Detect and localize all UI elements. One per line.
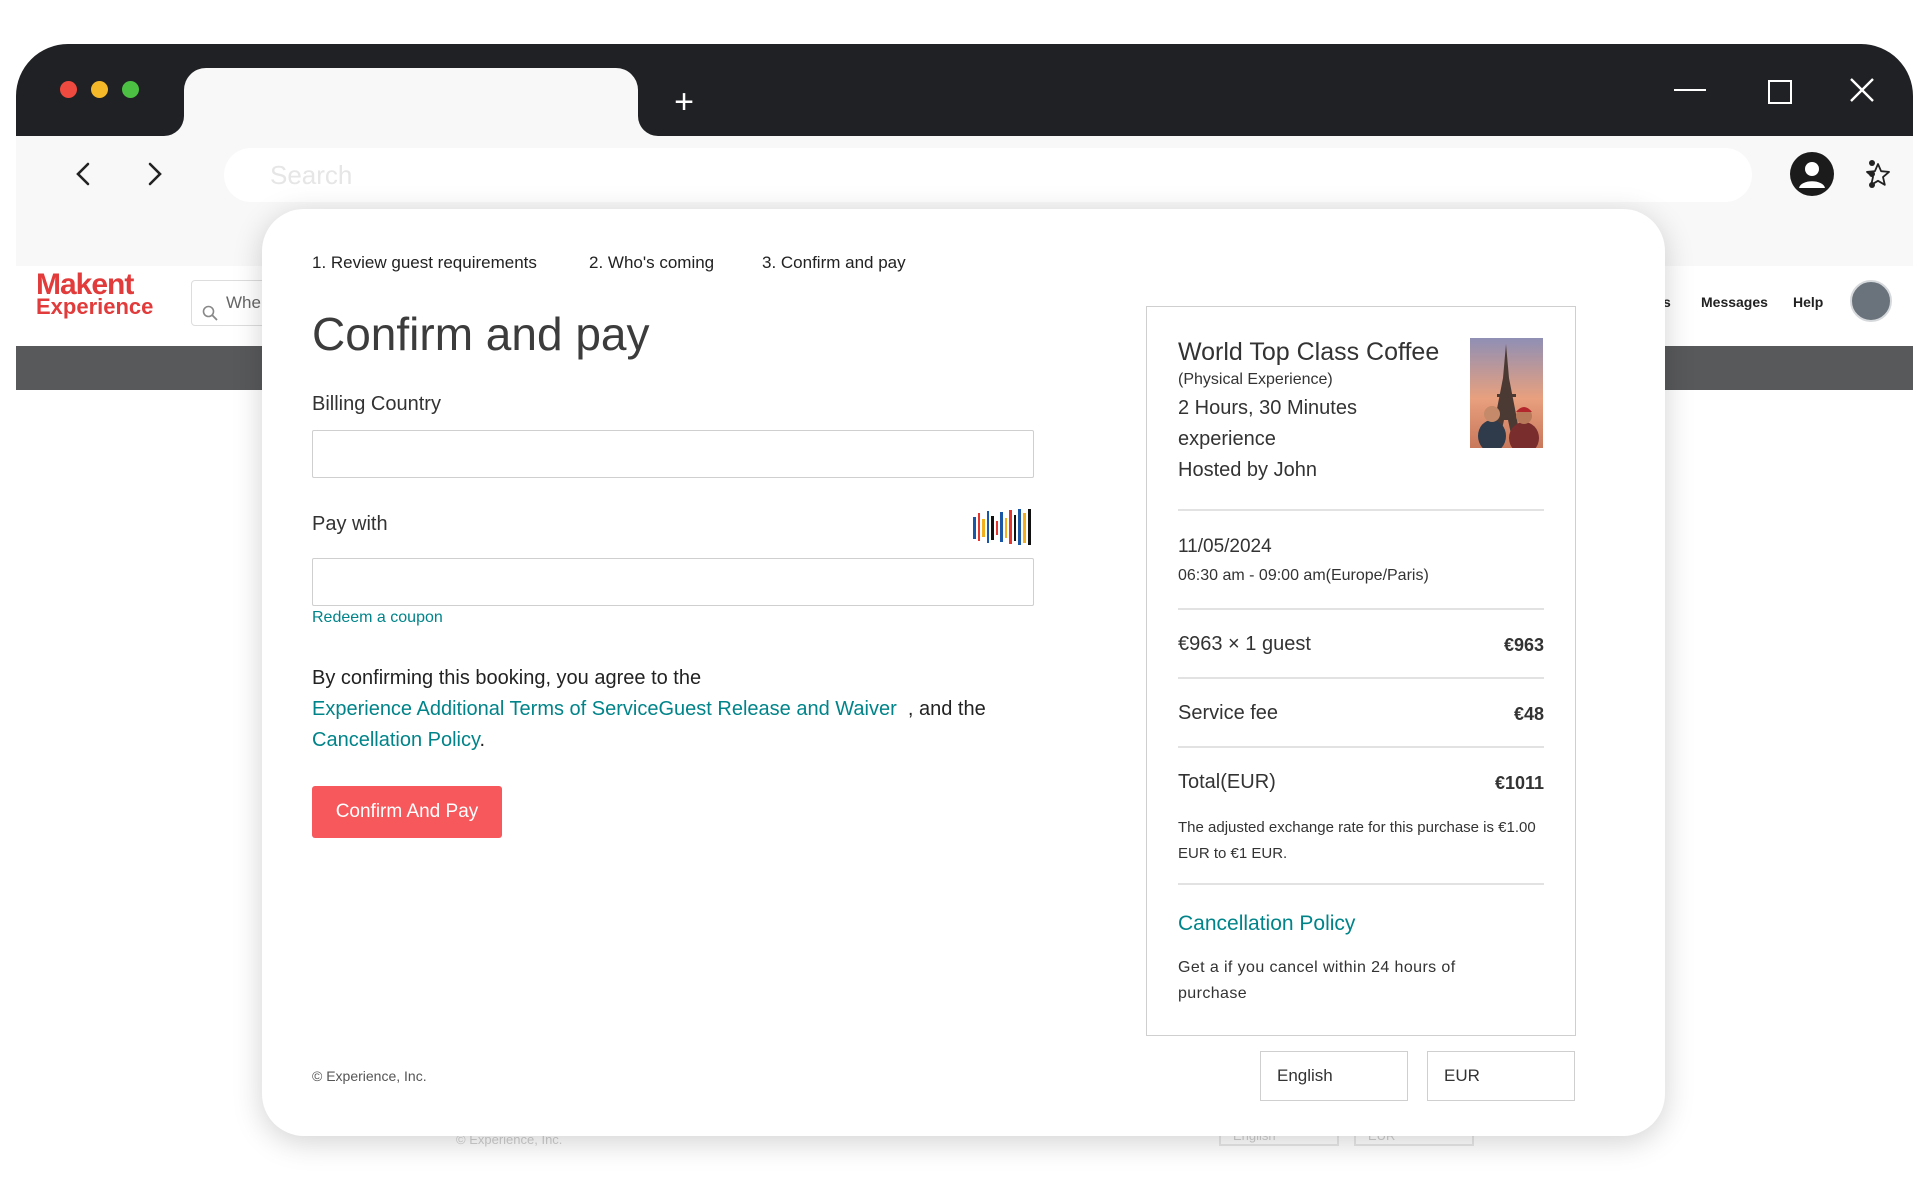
currency-select[interactable]: EUR bbox=[1427, 1051, 1575, 1101]
step-review-guest-requirements[interactable]: 1. Review guest requirements bbox=[312, 253, 537, 273]
address-bar[interactable] bbox=[224, 148, 1890, 202]
close-icon[interactable] bbox=[1842, 70, 1882, 110]
forward-arrow-icon[interactable] bbox=[134, 154, 174, 194]
cancellation-policy-title[interactable]: Cancellation Policy bbox=[1178, 912, 1355, 936]
address-input[interactable] bbox=[270, 148, 1570, 202]
payment-method-input[interactable] bbox=[313, 559, 1033, 605]
total-value: €1011 bbox=[1494, 773, 1544, 793]
site-nav-help[interactable]: Help bbox=[1793, 294, 1823, 310]
total-label: Total(EUR) bbox=[1178, 771, 1276, 793]
cancellation-policy-link[interactable]: Cancellation Policy bbox=[312, 729, 480, 751]
language-select[interactable]: English bbox=[1260, 1051, 1408, 1101]
step-confirm-and-pay[interactable]: 3. Confirm and pay bbox=[762, 253, 906, 273]
profile-icon[interactable] bbox=[1790, 152, 1834, 196]
price-per-guest-label: €963 × 1 guest bbox=[1178, 633, 1311, 655]
payment-method-field[interactable] bbox=[312, 558, 1034, 606]
redeem-coupon-link[interactable]: Redeem a coupon bbox=[312, 609, 443, 627]
search-icon bbox=[202, 294, 218, 321]
confirm-and-pay-button[interactable]: Confirm And Pay bbox=[312, 786, 502, 838]
minimize-window-dot[interactable] bbox=[91, 81, 108, 98]
experience-duration: 2 Hours, 30 Minutes bbox=[1178, 397, 1357, 419]
guest-release-waiver-link[interactable]: Guest Release and Waiver bbox=[658, 698, 896, 720]
booking-time: 06:30 am - 09:00 am(Europe/Paris) bbox=[1178, 567, 1429, 584]
step-whos-coming[interactable]: 2. Who's coming bbox=[589, 253, 714, 273]
booking-summary-panel: World Top Class Coffee (Physical Experie… bbox=[1146, 306, 1576, 1036]
experience-duration-suffix: experience bbox=[1178, 428, 1276, 450]
copyright-text: © Experience, Inc. bbox=[312, 1068, 427, 1084]
experience-host: Hosted by John bbox=[1178, 459, 1317, 481]
service-fee-label: Service fee bbox=[1178, 702, 1279, 724]
browser-tab[interactable] bbox=[184, 68, 638, 136]
pay-with-label: Pay with bbox=[312, 513, 388, 535]
cancellation-policy-text: Get a if you cancel within 24 hours of p… bbox=[1178, 959, 1456, 1002]
new-tab-button[interactable]: + bbox=[664, 82, 704, 122]
minimize-icon[interactable] bbox=[1670, 70, 1710, 110]
site-logo[interactable]: Makent Experience bbox=[36, 270, 153, 318]
browser-titlebar: + bbox=[16, 44, 1913, 136]
billing-country-input[interactable] bbox=[313, 431, 1033, 477]
service-fee-value: €48 bbox=[1513, 704, 1544, 724]
maximize-icon[interactable] bbox=[1758, 70, 1798, 110]
booking-date: 11/05/2024 bbox=[1178, 536, 1272, 557]
agreement-text: By confirming this booking, you agree to… bbox=[312, 667, 986, 751]
back-arrow-icon[interactable] bbox=[64, 154, 104, 194]
exchange-rate-note: The adjusted exchange rate for this purc… bbox=[1178, 819, 1536, 862]
site-nav-messages[interactable]: Messages bbox=[1701, 294, 1768, 310]
more-menu-icon[interactable] bbox=[1862, 154, 1882, 194]
billing-country-label: Billing Country bbox=[312, 393, 441, 415]
page-title: Confirm and pay bbox=[312, 308, 650, 360]
maximize-window-dot[interactable] bbox=[122, 81, 139, 98]
close-window-dot[interactable] bbox=[60, 81, 77, 98]
checkout-modal: 1. Review guest requirements 2. Who's co… bbox=[262, 209, 1665, 1136]
terms-of-service-link[interactable]: Experience Additional Terms of Service bbox=[312, 698, 658, 720]
billing-country-field[interactable] bbox=[312, 430, 1034, 478]
experience-title: World Top Class Coffee bbox=[1178, 338, 1440, 366]
payment-cards-icon bbox=[971, 507, 1033, 547]
experience-thumbnail bbox=[1470, 338, 1543, 448]
site-avatar[interactable] bbox=[1850, 280, 1892, 322]
site-search-text: Whe bbox=[226, 293, 261, 312]
experience-type: (Physical Experience) bbox=[1178, 371, 1333, 388]
price-per-guest-value: €963 bbox=[1503, 635, 1544, 655]
